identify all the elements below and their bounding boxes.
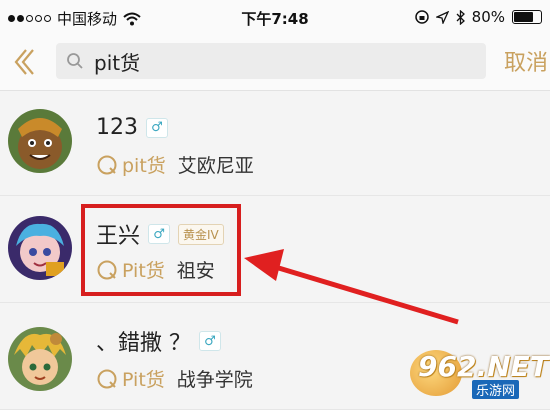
- search-box[interactable]: [56, 43, 486, 79]
- server-region: 艾欧尼亚: [177, 155, 254, 177]
- search-icon: [67, 53, 83, 69]
- meta-line: Pit货 战争学院: [96, 365, 253, 392]
- avatar: [8, 216, 72, 280]
- pit-tag: pit货: [122, 155, 166, 177]
- server-region: 战争学院: [176, 369, 253, 391]
- battery-icon: [512, 10, 542, 24]
- back-button[interactable]: [8, 42, 38, 82]
- player-name: 123: [96, 115, 138, 140]
- status-bar: 中国移动 下午7:48 80%: [0, 0, 550, 34]
- search-input[interactable]: [94, 43, 474, 79]
- avatar: [8, 327, 72, 391]
- meta-line: pit货 艾欧尼亚: [96, 151, 254, 178]
- cancel-button[interactable]: 取消: [504, 45, 548, 77]
- list-item[interactable]: 123 ♂ pit货 艾欧尼亚: [0, 91, 550, 196]
- chevron-left-icon: [14, 49, 34, 75]
- watermark-subtitle: 乐游网: [472, 380, 520, 399]
- orientation-lock-icon: [414, 10, 429, 24]
- pit-logo-icon: [97, 369, 117, 388]
- watermark-brand: 962.NET: [418, 350, 549, 383]
- pit-logo-icon: [97, 155, 117, 174]
- highlight-box: [81, 204, 241, 296]
- avatar: [8, 109, 72, 173]
- battery-fill: [514, 12, 533, 22]
- name-line: 123 ♂: [96, 115, 168, 140]
- name-line: 、錯撒 ？ ♂: [96, 325, 221, 357]
- bluetooth-icon: [456, 9, 465, 25]
- status-right: 80%: [414, 8, 542, 26]
- location-icon: [435, 10, 449, 24]
- male-icon: ♂: [199, 331, 221, 351]
- battery-percent: 80%: [471, 8, 505, 26]
- search-header: 取消: [0, 34, 550, 91]
- watermark-logo: 962.NET 乐游网: [410, 350, 550, 400]
- pit-tag: Pit货: [122, 369, 165, 391]
- male-icon: ♂: [146, 117, 168, 138]
- player-name: 、錯撒 ？: [96, 331, 191, 356]
